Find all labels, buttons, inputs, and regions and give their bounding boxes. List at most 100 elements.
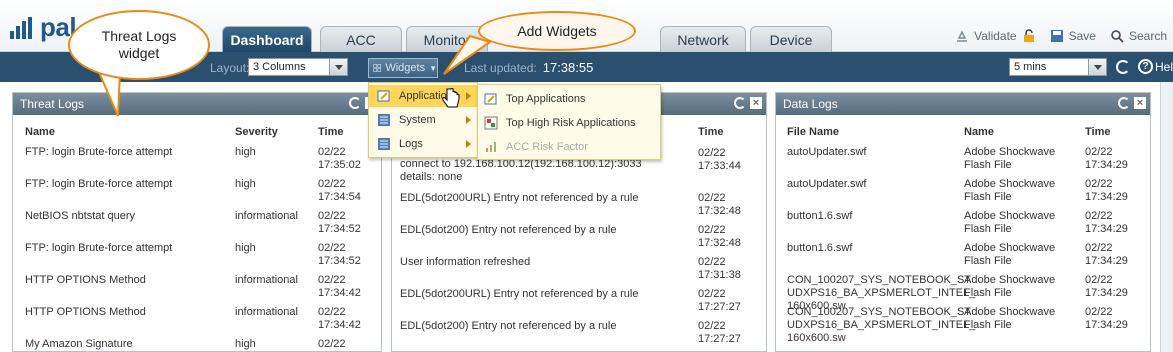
- threat-name-cell[interactable]: FTP: login Brute-force attempt: [25, 146, 172, 159]
- help-button[interactable]: ? Hel: [1138, 59, 1173, 74]
- threat-name-cell[interactable]: HTTP OPTIONS Method: [25, 274, 146, 287]
- save-button[interactable]: Save: [1050, 29, 1096, 43]
- tab-acc[interactable]: ACC: [320, 26, 402, 53]
- submenu-item-label: Top Applications: [506, 93, 586, 105]
- data-time-cell: 02/22 17:34:29: [1085, 146, 1128, 171]
- data-file-name-cell[interactable]: button1.6.swf: [787, 210, 852, 223]
- system-log-description[interactable]: User information refreshed: [400, 256, 530, 269]
- data-time-cell: 02/22 17:34:29: [1085, 306, 1128, 331]
- system-log-time: 02/22 17:31:38: [698, 256, 741, 281]
- menu-item-application[interactable]: Application: [369, 85, 477, 107]
- save-icon: [1050, 30, 1063, 42]
- column-header-name: Name: [964, 126, 994, 138]
- callout-add-widgets: Add Widgets: [478, 11, 636, 51]
- widgets-button[interactable]: Widgets ▼: [368, 58, 438, 78]
- threat-time-cell: 02/22 17:34:54: [318, 178, 361, 203]
- menu-item-system[interactable]: System: [369, 109, 477, 131]
- menu-item-label: System: [399, 114, 436, 126]
- threat-name-cell[interactable]: NetBIOS nbtstat query: [25, 210, 135, 223]
- callout-text: Add Widgets: [517, 23, 597, 39]
- save-label: Save: [1068, 29, 1096, 43]
- layout-select[interactable]: 3 Columns: [248, 58, 348, 76]
- column-header-time: Time: [318, 126, 344, 138]
- refresh-icon[interactable]: [1116, 60, 1130, 74]
- menu-item-logs[interactable]: Logs: [369, 133, 477, 155]
- validate-button[interactable]: Validate: [955, 29, 1035, 43]
- edit-icon: [484, 93, 497, 105]
- submenu-arrow-icon: [466, 140, 471, 148]
- refresh-icon[interactable]: [734, 97, 746, 109]
- threat-severity-cell: high: [235, 178, 256, 190]
- search-icon: [1111, 30, 1124, 43]
- system-log-time: 02/22 17:32:48: [698, 224, 741, 249]
- data-time-cell: 02/22 17:34:29: [1085, 178, 1128, 203]
- data-file-name-cell[interactable]: button1.6.swf: [787, 242, 852, 255]
- data-name-cell: Adobe Shockwave Flash File: [964, 274, 1056, 299]
- refresh-interval-value: 5 mins: [1014, 61, 1047, 73]
- submenu-arrow-icon: [466, 92, 471, 100]
- system-log-time: 02/22 17:27:27: [698, 288, 741, 313]
- system-log-time: 02/22 17:33:44: [698, 147, 741, 172]
- refresh-icon[interactable]: [1118, 97, 1130, 109]
- column-header-time: Time: [698, 126, 724, 138]
- system-log-description[interactable]: EDL(5dot200) Entry not referenced by a r…: [400, 224, 616, 237]
- close-icon[interactable]: ×: [750, 97, 762, 109]
- submenu-item-top-applications[interactable]: Top Applications: [478, 88, 660, 110]
- threat-name-cell[interactable]: HTTP OPTIONS Method: [25, 306, 146, 319]
- system-log-description[interactable]: connect to 192.168.100.12(192.168.100.12…: [400, 158, 642, 184]
- help-label: Hel: [1155, 59, 1173, 74]
- threat-name-cell[interactable]: FTP: login Brute-force attempt: [25, 242, 172, 255]
- threat-severity-cell: high: [235, 242, 256, 254]
- callout-text: Threat Logs widget: [101, 28, 177, 61]
- last-updated-value: 17:38:55: [542, 60, 594, 75]
- hand-cursor-icon: [442, 88, 460, 108]
- help-icon: ?: [1138, 59, 1153, 74]
- close-icon[interactable]: ×: [1134, 97, 1146, 109]
- chart-icon: [484, 116, 498, 130]
- tab-device[interactable]: Device: [750, 26, 832, 53]
- refresh-icon[interactable]: [349, 97, 361, 109]
- menu-item-label: Logs: [399, 138, 423, 150]
- threat-severity-cell: informational: [235, 306, 298, 318]
- data-name-cell: Adobe Shockwave Flash File: [964, 210, 1056, 235]
- threat-time-cell: 02/22: [318, 338, 346, 350]
- search-button[interactable]: Search: [1110, 29, 1167, 43]
- edit-icon: [377, 90, 390, 102]
- search-label: Search: [1128, 29, 1167, 43]
- data-name-cell: Adobe Shockwave Flash File: [964, 146, 1056, 171]
- column-header-file-name: File Name: [787, 126, 839, 138]
- list-icon: [378, 114, 390, 126]
- threat-name-cell[interactable]: FTP: login Brute-force attempt: [25, 178, 172, 191]
- data-name-cell: Adobe Shockwave Flash File: [964, 306, 1056, 331]
- list-icon: [378, 138, 390, 150]
- submenu-item-acc-risk-factor[interactable]: ACC Risk Factor: [478, 136, 660, 158]
- data-file-name-cell[interactable]: autoUpdater.swf: [787, 146, 867, 159]
- data-logs-header: Data Logs ×: [776, 93, 1150, 115]
- tab-network[interactable]: Network: [660, 26, 746, 53]
- page-scrollbar[interactable]: [1160, 82, 1173, 352]
- data-logs-widget: Data Logs × File Name Name Time autoUpda…: [775, 92, 1151, 352]
- data-file-name-cell[interactable]: CON_100207_SYS_NOTEBOOK_ST UDXPS16_BA_XP…: [787, 306, 975, 345]
- application-submenu: Top Applications Top High Risk Applicati…: [477, 84, 661, 160]
- chevron-down-icon: [1088, 59, 1106, 75]
- data-name-cell: Adobe Shockwave Flash File: [964, 178, 1056, 203]
- callout-threat-logs: Threat Logs widget: [68, 10, 210, 80]
- threat-time-cell: 02/22 17:34:52: [318, 210, 361, 235]
- system-log-time: 02/22 17:32:48: [698, 192, 741, 217]
- tab-dashboard[interactable]: Dashboard: [222, 26, 312, 53]
- data-file-name-cell[interactable]: autoUpdater.swf: [787, 178, 867, 191]
- widgets-icon: [373, 64, 382, 72]
- threat-time-cell: 02/22 17:34:42: [318, 274, 361, 299]
- system-log-description[interactable]: EDL(5dot200URL) Entry not referenced by …: [400, 192, 638, 205]
- submenu-item-top-high-risk-applications[interactable]: Top High Risk Applications: [478, 112, 660, 134]
- system-log-description[interactable]: EDL(5dot200URL) Entry not referenced by …: [400, 288, 638, 301]
- threat-name-cell[interactable]: My Amazon Signature: [25, 338, 133, 351]
- threat-severity-cell: high: [235, 338, 256, 350]
- threat-severity-cell: high: [235, 146, 256, 158]
- threat-logs-widget: Threat Logs × Name Severity Time FTP: lo…: [12, 92, 382, 352]
- submenu-item-label: Top High Risk Applications: [506, 117, 636, 129]
- refresh-interval-select[interactable]: 5 mins: [1009, 58, 1107, 76]
- threat-time-cell: 02/22 17:35:02: [318, 146, 361, 171]
- system-log-description[interactable]: EDL(5dot200) Entry not referenced by a r…: [400, 320, 616, 333]
- chevron-down-icon: [329, 59, 347, 75]
